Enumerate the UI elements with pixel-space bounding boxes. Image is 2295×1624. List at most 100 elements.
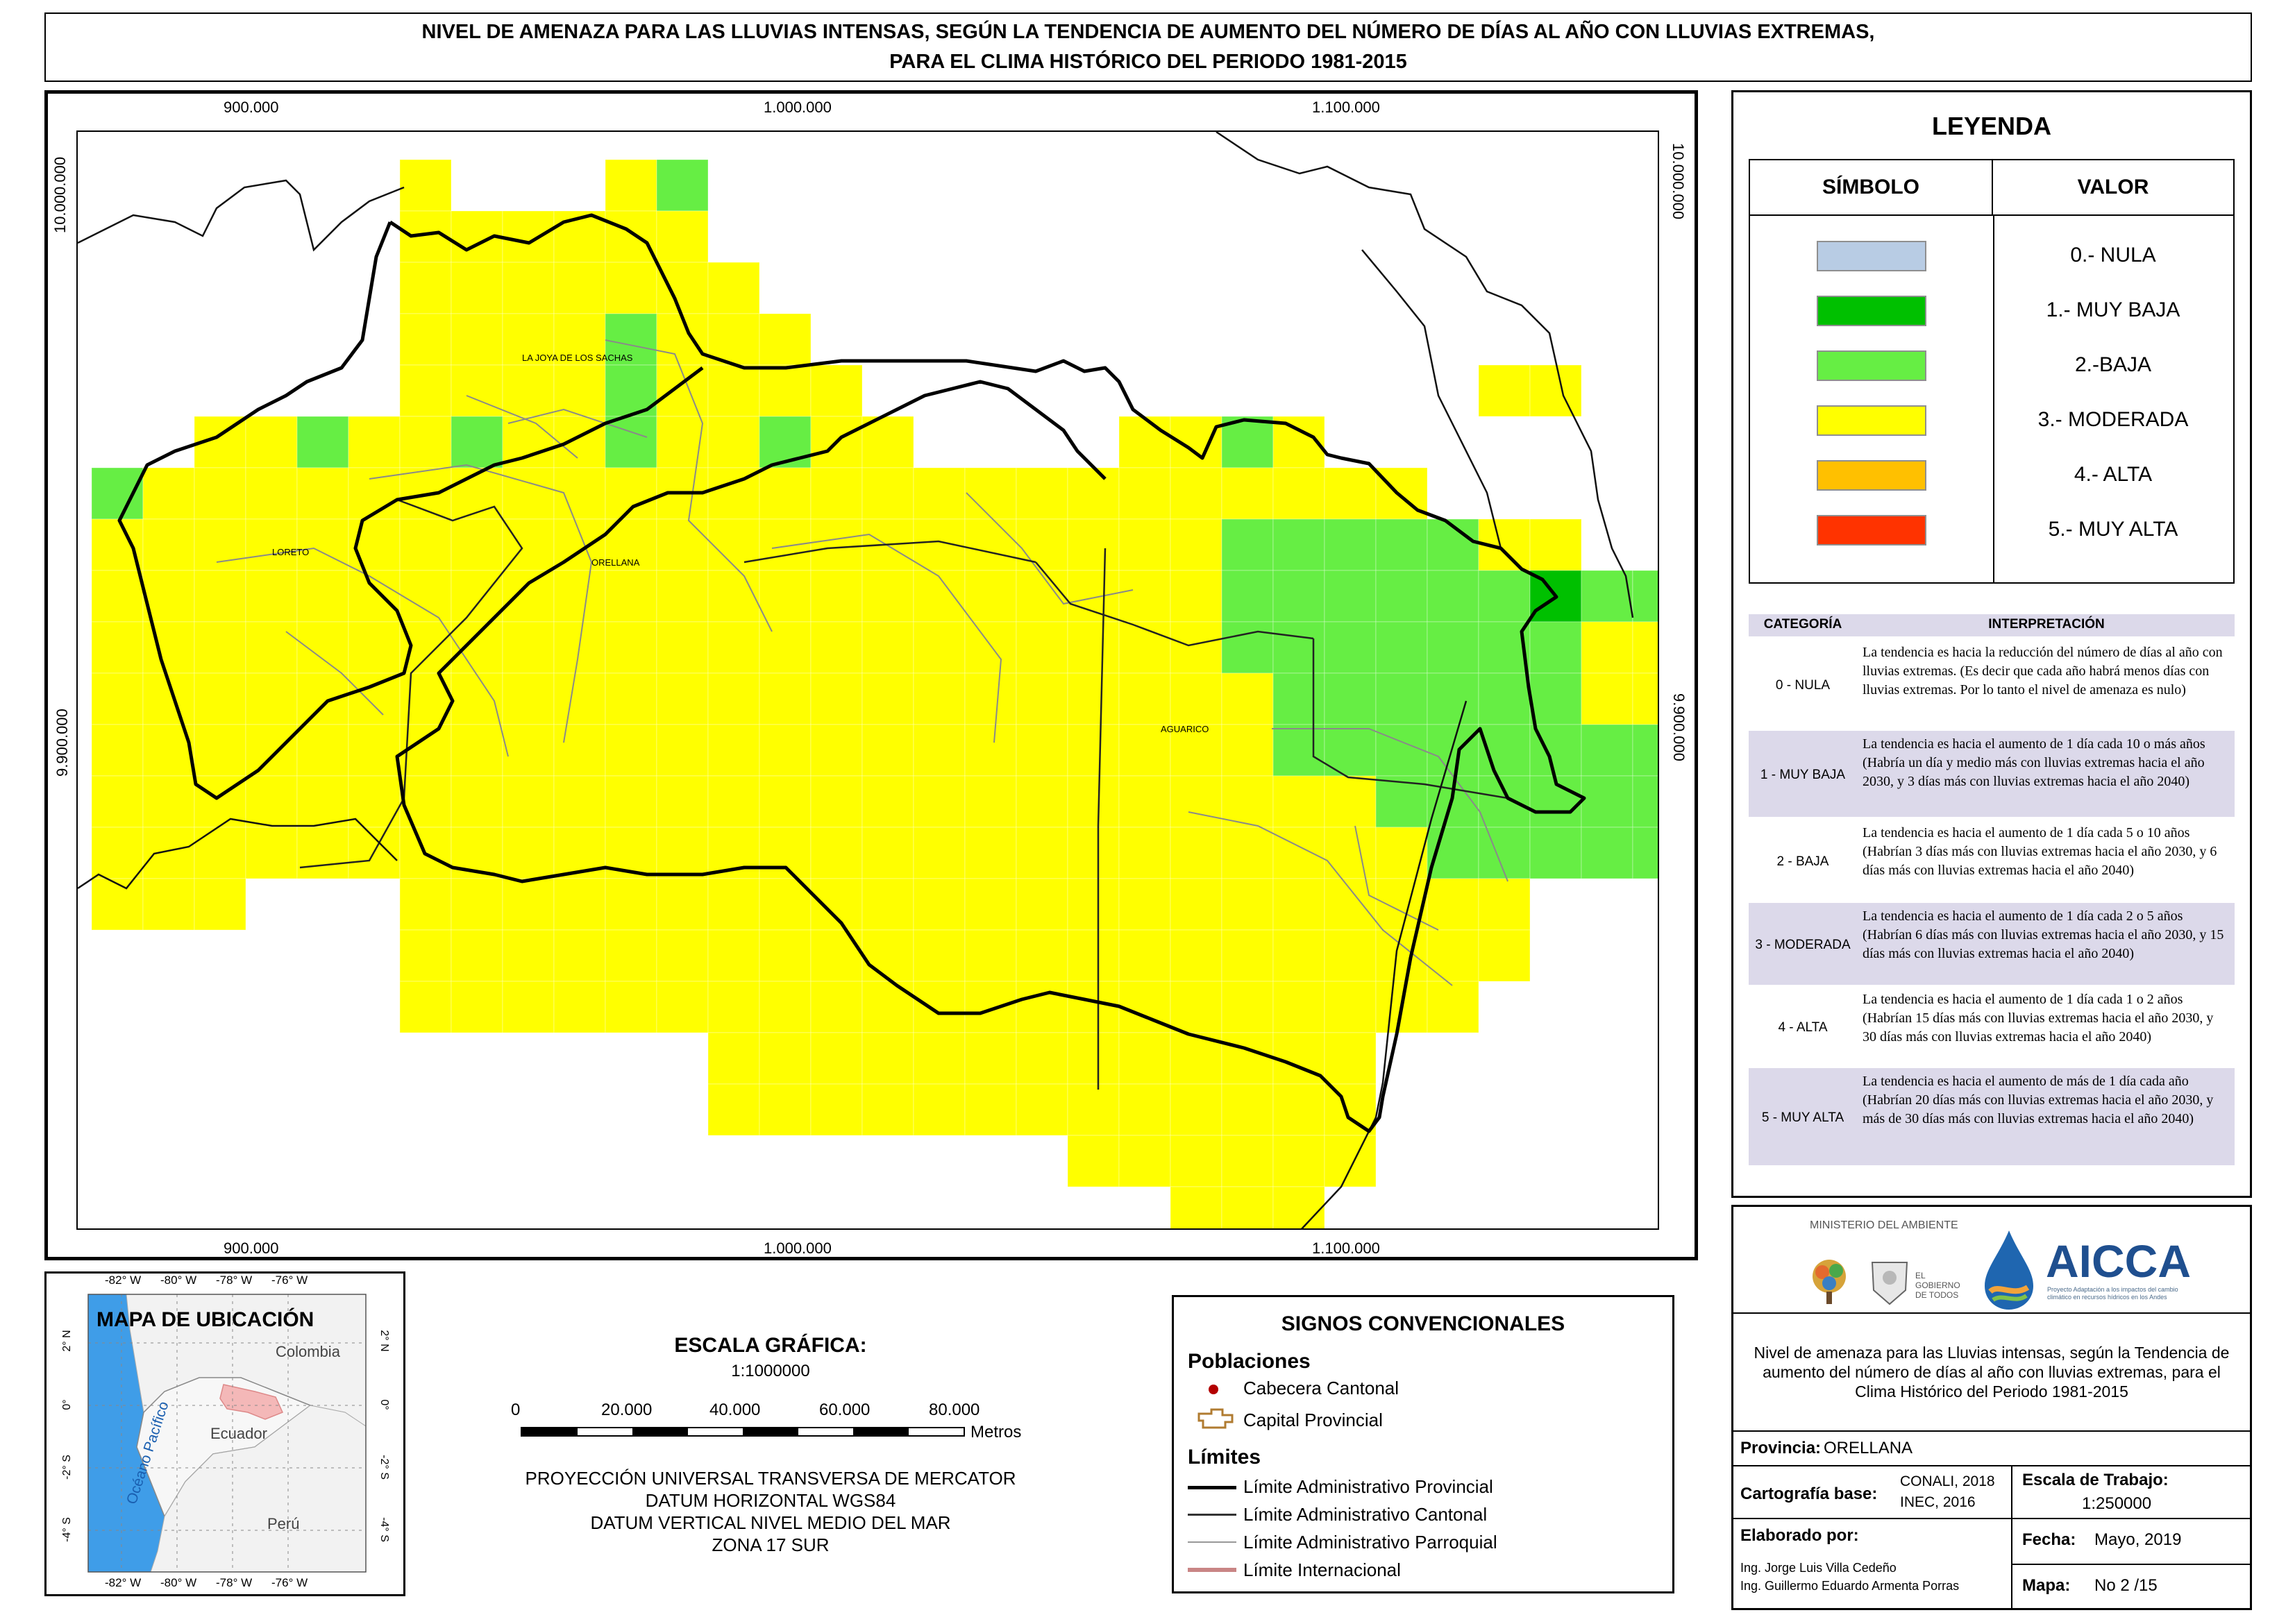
cartografia-value-1: CONALI, 2018 [1900,1473,1995,1489]
scale-ratio: 1:1000000 [731,1362,810,1380]
hazard-cell [502,673,555,725]
hazard-cell [1427,981,1479,1033]
hazard-cell [810,467,863,520]
hazard-cell [1170,1135,1222,1187]
hazard-cell [707,364,760,417]
hazard-cell [605,210,657,263]
map-title: NIVEL DE AMENAZA PARA LAS LLUVIAS INTENS… [44,12,2252,82]
hazard-cell [399,262,452,314]
hazard-cell [759,621,812,674]
lim-int-label: Límite Internacional [1243,1559,1401,1580]
hazard-cell [707,929,760,982]
hazard-cell [759,313,812,366]
hazard-cell [502,929,555,982]
hazard-cell [861,724,914,777]
projection-line-2: DATUM HORIZONTAL WGS84 [645,1490,896,1511]
title-line-2: PARA EL CLIMA HISTÓRICO DEL PERIODO 1981… [889,51,1407,73]
hazard-cell [553,878,606,931]
hazard-cell [605,929,657,982]
hazard-cell [964,621,1017,674]
hazard-cell [1529,621,1582,674]
legend-col-symbol: SÍMBOLO [1750,160,1993,216]
label-loreto: LORETO [272,547,309,557]
hazard-cell [245,724,298,777]
hazard-cell [1272,724,1325,777]
hazard-cell [759,724,812,777]
hazard-cell [759,1083,812,1136]
hazard-cell [553,929,606,982]
hazard-cell [1118,518,1171,571]
scale-tick-1: 20.000 [601,1401,653,1419]
hazard-cell [913,878,966,931]
hazard-cell [964,724,1017,777]
hazard-cell [1324,467,1377,520]
y-tick-left-1: 10.000.000 [51,156,69,233]
hazard-cell [451,518,503,571]
interp-text: La tendencia es hacia el aumento de 1 dí… [1863,825,2217,878]
hazard-cell [502,621,555,674]
hazard-cell [1221,1032,1274,1085]
projection-info: PROYECCIÓN UNIVERSAL TRANSVERSA DE MERCA… [486,1467,1055,1556]
hazard-cell [1221,827,1274,879]
hazard-cell [964,878,1017,931]
fecha-value: Mayo, 2019 [2094,1530,2182,1549]
label-la-joya: LA JOYA DE LOS SACHAS [522,353,633,363]
hazard-cell [1067,570,1120,623]
hazard-cell [861,1032,914,1085]
hazard-cell [810,981,863,1033]
hazard-cell [1221,929,1274,982]
hazard-cell [296,518,349,571]
hazard-cell [245,673,298,725]
hazard-cell [553,262,606,314]
hazard-cell [1272,1032,1325,1085]
map-canvas[interactable]: LA JOYA DE LOS SACHAS LORETO ORELLANA AG… [76,130,1659,1230]
hazard-cell [913,673,966,725]
hazard-grid [91,159,1658,1228]
hazard-cell [707,724,760,777]
legend-value-label: 0.- NULA [2070,244,2156,267]
hazard-cell [451,570,503,623]
hazard-cell [861,878,914,931]
elaborado-label: Elaborado por: [1740,1526,1859,1545]
interp-text: La tendencia es hacia la reducción del n… [1863,645,2223,697]
hazard-cell [1478,929,1531,982]
info-panel: MINISTERIO DEL AMBIENTE EL GOBIERNO DE T… [1731,1205,2252,1610]
hazard-cell [1324,929,1377,982]
hazard-cell [1170,518,1222,571]
hazard-cell [605,416,657,468]
hazard-cell [1272,1135,1325,1187]
hazard-cell [1067,827,1120,879]
legend-table: SÍMBOLO VALOR 0.- NULA 1.- MUY BAJA 2.-BAJ… [1749,159,2235,584]
hazard-cell [1221,1083,1274,1136]
hazard-cell [91,775,144,828]
hazard-cell [1581,570,1633,623]
hazard-cell [810,621,863,674]
hazard-cell [502,210,555,263]
x-tick-bottom-2: 1.000.000 [764,1240,832,1257]
cant-line-icon [1188,1514,1236,1516]
hazard-cell [348,724,401,777]
hazard-cell [1324,878,1377,931]
hazard-cell [91,827,144,879]
hazard-cell [451,981,503,1033]
hazard-cell [1016,827,1068,879]
projection-line-4: ZONA 17 SUR [712,1534,830,1555]
capital-star-icon [1197,1408,1234,1429]
info-description: Nivel de amenaza para las Lluvias intens… [1733,1312,2250,1430]
hazard-cell [605,621,657,674]
interp-category: 1 - MUY BAJA [1760,768,1846,782]
hazard-cell [1324,621,1377,674]
hazard-cell [759,775,812,828]
hazard-cell [1427,878,1479,931]
hazard-cell [502,775,555,828]
hazard-cell [1221,1186,1274,1228]
hazard-cell [1016,724,1068,777]
hazard-cell [1581,775,1633,828]
hazard-cell [759,467,812,520]
hazard-cell [1529,827,1582,879]
elaborado-row: Elaborado por: Ing. Jorge Luis Villa Ced… [1733,1518,2250,1609]
hazard-cell [142,467,195,520]
interp-text: La tendencia es hacia el aumento de 1 dí… [1863,908,2224,961]
hazard-cell [656,981,709,1033]
elaborado-name-2: Ing. Guillermo Eduardo Armenta Porras [1740,1579,1960,1593]
